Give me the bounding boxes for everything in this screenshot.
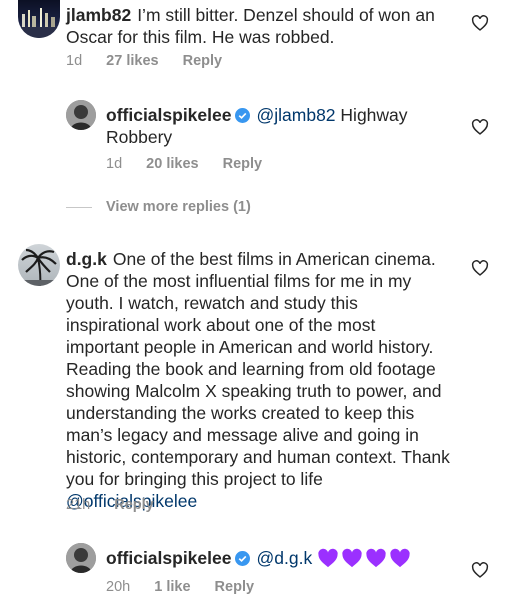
mention-link[interactable]: @d.g.k: [256, 548, 312, 568]
reply-button[interactable]: Reply: [114, 497, 154, 513]
view-more-replies-button[interactable]: View more replies (1): [66, 199, 251, 215]
avatar[interactable]: [66, 543, 96, 573]
timestamp: 21h: [66, 497, 91, 513]
likes-count[interactable]: 20 likes: [146, 156, 198, 172]
timestamp: 1d: [66, 53, 83, 69]
purple-hearts-emoji: [317, 548, 413, 568]
avatar[interactable]: [18, 0, 60, 38]
comment-body: One of the best films in American cinema…: [66, 249, 450, 489]
username[interactable]: jlamb82: [66, 5, 131, 25]
verified-badge-icon: [235, 108, 251, 123]
comment-meta: 21h Reply: [66, 496, 174, 514]
mention-link[interactable]: @jlamb82: [256, 105, 335, 125]
reply-button[interactable]: Reply: [183, 53, 223, 69]
comment-text: d.g.k One of the best films in American c…: [66, 248, 451, 512]
reply-button[interactable]: Reply: [215, 579, 255, 595]
likes-count[interactable]: 1 like: [154, 579, 190, 595]
timestamp: 1d: [106, 156, 123, 172]
heart-outline-icon[interactable]: [471, 119, 489, 135]
comment-meta: 1d 27 likes Reply: [66, 52, 242, 70]
avatar[interactable]: [66, 100, 96, 130]
divider-line: [66, 206, 92, 208]
view-more-label: View more replies (1): [106, 199, 251, 215]
timestamp: 20h: [106, 579, 131, 595]
heart-outline-icon[interactable]: [471, 260, 489, 276]
reply-button[interactable]: Reply: [223, 156, 263, 172]
comment-meta: 20h 1 like Reply: [106, 578, 274, 596]
comment-meta: 1d 20 likes Reply: [106, 155, 282, 173]
username[interactable]: d.g.k: [66, 249, 107, 269]
avatar[interactable]: [18, 244, 60, 286]
comment-text: officialspikelee @jlamb82 Highway Robbery: [106, 104, 436, 148]
username[interactable]: officialspikelee: [106, 105, 231, 125]
comment-text: officialspikelee @d.g.k: [106, 547, 446, 569]
heart-outline-icon[interactable]: [471, 562, 489, 578]
likes-count[interactable]: 27 likes: [106, 53, 158, 69]
username[interactable]: officialspikelee: [106, 548, 231, 568]
verified-badge-icon: [235, 551, 251, 566]
heart-outline-icon[interactable]: [471, 15, 489, 31]
comment-text: jlamb82 I’m still bitter. Denzel should o…: [66, 4, 466, 48]
